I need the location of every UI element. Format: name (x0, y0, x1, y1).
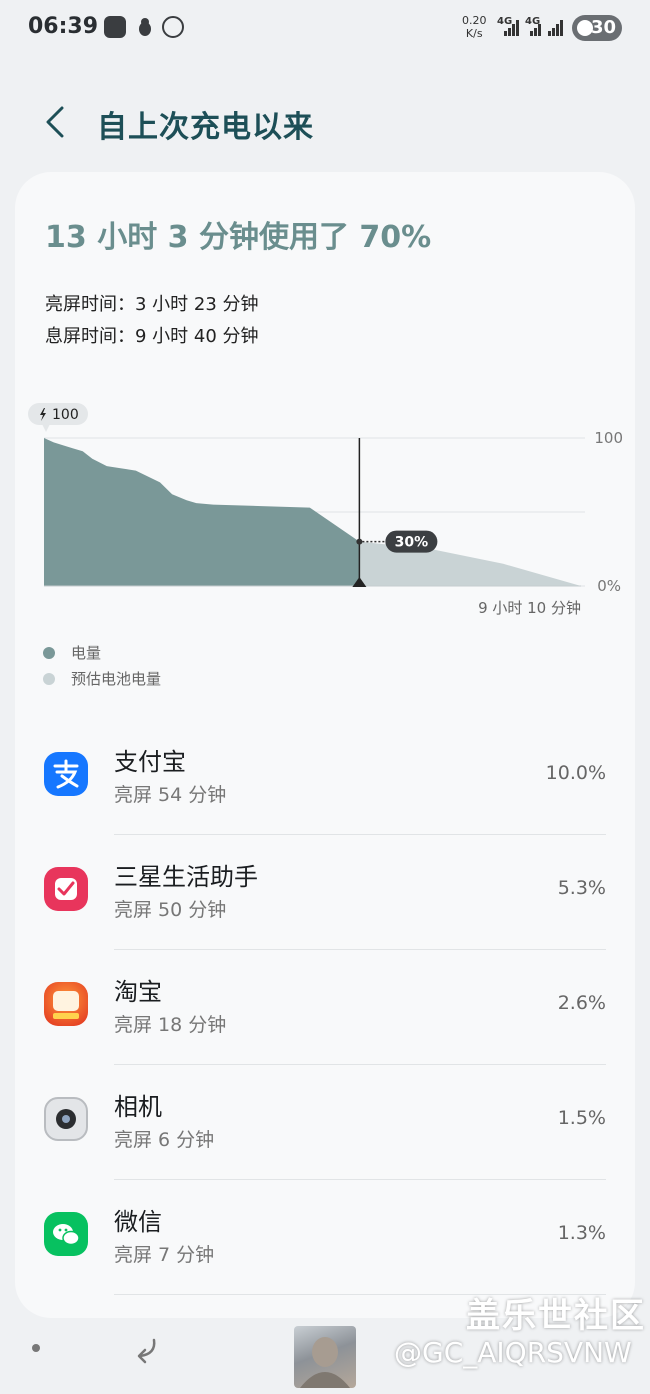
app-name: 淘宝 (114, 978, 162, 1006)
legend-item-estimated: 预估电池电量 (43, 668, 161, 689)
app-row[interactable]: 三星生活助手亮屏 50 分钟 5.3% (15, 835, 635, 950)
camera-icon (44, 1097, 88, 1141)
app-row[interactable]: 淘宝亮屏 18 分钟 2.6% (15, 950, 635, 1065)
battery-usage-card: 13 小时 3 分钟使用了 70% 亮屏时间：3 小时 23 分钟 息屏时间：9… (15, 172, 635, 1318)
samsung-life-icon (44, 867, 88, 911)
app-name: 三星生活助手 (114, 863, 258, 891)
alipay-icon (44, 752, 88, 796)
status-bar: 06:39 0.20 K/s 4G 4G 30 (0, 0, 650, 58)
current-percent-label: 30% (395, 535, 429, 551)
y-axis-min-label: 0% (597, 577, 621, 595)
signal-icon-1 (500, 19, 519, 36)
app-screen-time: 亮屏 6 分钟 (114, 1129, 215, 1151)
penguin-icon (134, 16, 156, 38)
app-screen-time: 亮屏 18 分钟 (114, 1014, 227, 1036)
app-battery-percent: 2.6% (557, 992, 606, 1014)
network-speed: 0.20 K/s (462, 14, 487, 40)
app-row[interactable]: 微信亮屏 7 分钟 1.3% (15, 1180, 635, 1295)
status-time: 06:39 (28, 14, 99, 39)
legend-dot (43, 672, 55, 685)
notification-icon (104, 16, 126, 38)
app-name: 微信 (114, 1208, 162, 1236)
watermark-user: @GC_AIQRSVNW (394, 1336, 632, 1369)
app-name: 支付宝 (114, 748, 186, 776)
signal-icon-2 (526, 19, 544, 36)
screen-off-time: 息屏时间：9 小时 40 分钟 (45, 326, 259, 347)
current-point (356, 538, 363, 545)
wechat-icon (44, 1212, 88, 1256)
app-battery-percent: 5.3% (557, 877, 606, 899)
app-screen-time: 亮屏 54 分钟 (114, 784, 227, 806)
legend-item-battery: 电量 (43, 642, 101, 663)
page-title: 自上次充电以来 (97, 110, 314, 145)
app-screen-time: 亮屏 50 分钟 (114, 899, 227, 921)
back-button[interactable] (36, 100, 76, 144)
start-badge-pointer (42, 424, 50, 432)
nav-recent-dot[interactable] (32, 1344, 40, 1352)
battery-area (44, 438, 360, 586)
app-row[interactable]: 相机亮屏 6 分钟 1.5% (15, 1065, 635, 1180)
legend-dot (43, 646, 55, 659)
app-battery-percent: 1.5% (557, 1107, 606, 1129)
app-name: 相机 (114, 1093, 162, 1121)
battery-chart[interactable]: 30% 100 100 0% 9 小时 10 分钟 (15, 400, 635, 620)
app-battery-percent: 1.3% (557, 1222, 606, 1244)
app-row[interactable]: 支付宝亮屏 54 分钟 10.0% (15, 720, 635, 835)
remaining-time-label: 9 小时 10 分钟 (478, 599, 581, 617)
screen-on-time: 亮屏时间：3 小时 23 分钟 (45, 294, 259, 315)
usage-summary: 13 小时 3 分钟使用了 70% (45, 220, 432, 255)
taobao-icon (44, 982, 88, 1026)
y-axis-max-label: 100 (594, 429, 623, 447)
start-badge-label: 100 (52, 407, 79, 423)
return-arrow-icon (137, 1338, 156, 1364)
nav-back-button[interactable] (128, 1332, 162, 1366)
app-screen-time: 亮屏 7 分钟 (114, 1244, 215, 1266)
chevron-left-icon (46, 106, 64, 138)
signal-icon-3 (546, 19, 564, 36)
app-battery-percent: 10.0% (545, 762, 606, 784)
compass-icon (162, 16, 184, 38)
battery-indicator: 30 (572, 15, 622, 41)
